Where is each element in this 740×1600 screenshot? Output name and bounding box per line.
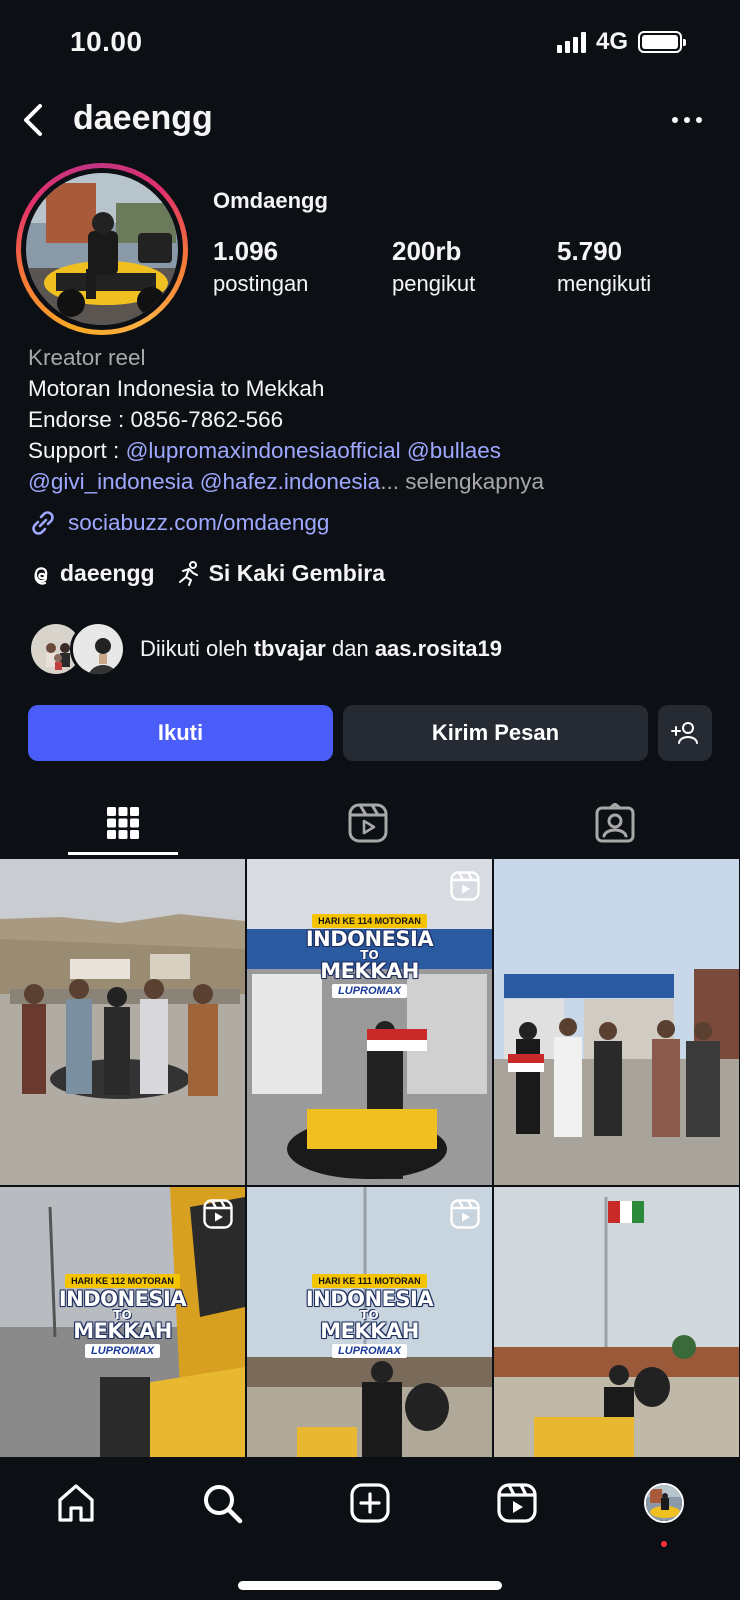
reel-day-label: HARI KE 114 MOTORAN [312, 914, 427, 928]
running-person-icon [178, 560, 198, 586]
display-name: Omdaengg [213, 188, 328, 213]
reel-title-overlay: HARI KE 114 MOTORAN INDONESIA TO MEKKAH … [247, 911, 492, 999]
reel-brand: LUPROMAX [332, 984, 407, 998]
status-bar: 10.00 4G [0, 0, 740, 84]
stat-following-value: 5.790 [557, 236, 623, 266]
bio-line: Endorse : 0856-7862-566 [28, 407, 284, 432]
home-icon [58, 1484, 94, 1522]
header-username: daeengg [73, 99, 213, 137]
status-indicators: 4G [556, 28, 686, 56]
reel-title-line: MEKKAH [320, 959, 419, 983]
reel-title-overlay: HARI KE 112 MOTORAN INDONESIA TO MEKKAH … [0, 1271, 245, 1359]
threads-chip[interactable]: daeengg [28, 560, 155, 587]
profile-category: Kreator reel [28, 345, 146, 370]
followed-by-text: Diikuti oleh tbvajar dan aas.rosita19 [140, 636, 502, 662]
post-thumbnail[interactable] [494, 859, 739, 1185]
bio: Kreator reel Motoran Indonesia to Mekkah… [28, 342, 718, 497]
bio-line: Motoran Indonesia to Mekkah [28, 376, 325, 401]
bio-more-link[interactable]: selengkapnya [399, 469, 544, 494]
follow-button[interactable]: Ikuti [28, 705, 333, 761]
reel-title-line: MEKKAH [320, 1319, 419, 1343]
link-icon [32, 511, 54, 535]
back-arrow-icon[interactable] [18, 98, 52, 142]
stat-followers-value: 200rb [392, 236, 462, 266]
nav-search[interactable] [198, 1479, 246, 1527]
stat-followers[interactable]: 200rb pengikut [392, 236, 475, 297]
followed-conj: dan [325, 636, 375, 661]
tab-tagged[interactable] [560, 790, 670, 856]
mutual-avatars [28, 621, 128, 677]
stat-posts-label: postingan [213, 271, 309, 296]
reel-day-label: HARI KE 111 MOTORAN [312, 1274, 427, 1288]
profile-tabs [0, 790, 740, 856]
add-post-icon [350, 1483, 390, 1523]
home-indicator [238, 1581, 502, 1590]
signal-icon [556, 31, 586, 53]
post-thumbnail[interactable] [0, 859, 245, 1185]
reel-brand: LUPROMAX [332, 1344, 407, 1358]
profile-chips: daeengg Si Kaki Gembira [28, 560, 385, 587]
external-link-text: sociabuzz.com/omdaengg [68, 510, 330, 535]
bottom-navigation [0, 1457, 740, 1600]
reel-day-label: HARI KE 112 MOTORAN [65, 1274, 180, 1288]
reels-icon [497, 1483, 537, 1523]
reel-title-overlay: HARI KE 111 MOTORAN INDONESIA TO MEKKAH … [247, 1271, 492, 1359]
stat-posts-value: 1.096 [213, 236, 279, 266]
stat-following-label: mengikuti [557, 271, 652, 296]
reel-title-line: MEKKAH [73, 1319, 172, 1343]
bio-support-line: Support : @lupromaxindonesiaofficial @bu… [28, 435, 718, 466]
message-button[interactable]: Kirim Pesan [343, 705, 648, 761]
tagged-icon [595, 803, 635, 843]
reel-title-line: INDONESIA [305, 927, 434, 951]
followed-by[interactable]: Diikuti oleh tbvajar dan aas.rosita19 [28, 621, 502, 677]
reel-thumbnail[interactable]: HARI KE 114 MOTORAN INDONESIA TO MEKKAH … [247, 859, 492, 1185]
suggest-users-button[interactable] [658, 705, 712, 761]
threads-icon [34, 566, 48, 585]
status-time: 10.00 [70, 26, 143, 57]
reel-badge-icon [203, 1199, 233, 1229]
reel-title-line: INDONESIA [305, 1287, 434, 1311]
mention-link[interactable]: @lupromaxindonesiaofficial [126, 438, 401, 463]
mention-link[interactable]: @givi_indonesia [28, 469, 193, 494]
nav-create[interactable] [346, 1479, 394, 1527]
reel-title-line: INDONESIA [58, 1287, 187, 1311]
nav-profile[interactable] [640, 1479, 688, 1527]
threads-handle: daeengg [60, 560, 155, 586]
followed-prefix: Diikuti oleh [140, 636, 254, 661]
stat-followers-label: pengikut [392, 271, 476, 296]
avatar [644, 1483, 684, 1523]
reel-brand: LUPROMAX [85, 1344, 160, 1358]
mention-link[interactable]: @hafez.indonesia [200, 469, 380, 494]
community-name: Si Kaki Gembira [208, 560, 385, 586]
support-prefix: Support : [28, 438, 126, 463]
reel-badge-icon [450, 1199, 480, 1229]
posts-grid: HARI KE 114 MOTORAN INDONESIA TO MEKKAH … [0, 859, 740, 1457]
stat-following[interactable]: 5.790 mengikuti [557, 236, 651, 297]
nav-home[interactable] [52, 1479, 100, 1527]
mutual-user: aas.rosita19 [374, 636, 503, 661]
search-icon [204, 1485, 243, 1524]
grid-icon [107, 807, 139, 839]
reels-icon [348, 803, 388, 843]
reel-badge-icon [450, 871, 480, 901]
profile-avatar[interactable] [16, 163, 188, 335]
bio-support-line: @givi_indonesia @hafez.indonesia... sele… [28, 466, 718, 497]
network-type: 4G [595, 28, 628, 55]
mention-link[interactable]: @bullaes [407, 438, 501, 463]
more-options-icon[interactable] [670, 110, 704, 130]
avatar [70, 621, 126, 677]
battery-icon [638, 31, 686, 53]
external-link[interactable]: sociabuzz.com/omdaengg [28, 508, 329, 538]
mutual-user: tbvajar [253, 636, 326, 661]
tab-reels[interactable] [313, 790, 423, 856]
stat-posts[interactable]: 1.096 postingan [213, 236, 308, 297]
tab-posts-grid[interactable] [68, 790, 178, 856]
community-chip[interactable]: Si Kaki Gembira [175, 560, 385, 587]
profile-header: daeengg [0, 92, 740, 148]
nav-reels[interactable] [493, 1479, 541, 1527]
bio-ellipsis: ... [380, 469, 399, 494]
add-person-icon [671, 722, 698, 744]
notification-dot [661, 1541, 667, 1547]
active-tab-indicator [68, 852, 178, 855]
